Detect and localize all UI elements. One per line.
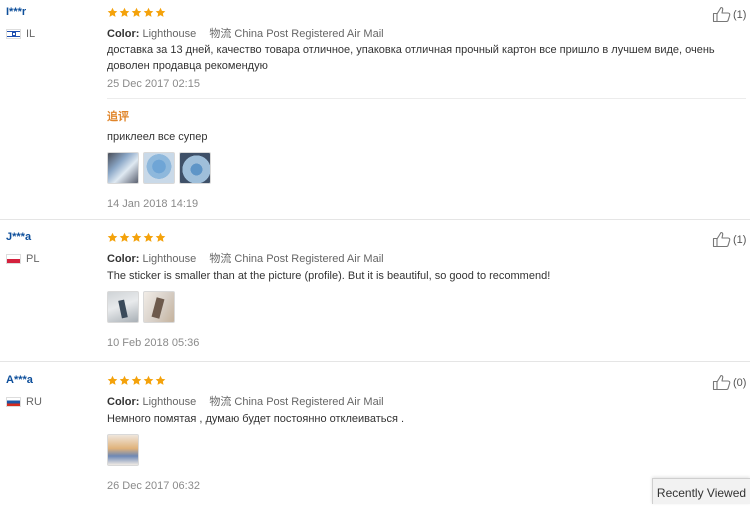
review-photo-thumbnail[interactable] xyxy=(143,291,175,323)
color-label: Color: xyxy=(107,396,140,408)
divider xyxy=(107,98,746,99)
shipping-label: 物流 xyxy=(209,28,232,40)
helpful-count: (0) xyxy=(733,376,747,389)
star-icon xyxy=(119,232,130,242)
review-text: Немного помятая , думаю будет постоянно … xyxy=(107,413,405,425)
star-icon xyxy=(107,375,118,385)
rating-stars xyxy=(107,7,166,18)
star-icon xyxy=(131,7,142,17)
additional-feedback-text: приклеел все супер xyxy=(107,131,208,143)
star-icon xyxy=(131,232,142,242)
star-icon xyxy=(155,375,166,385)
star-icon xyxy=(155,7,166,17)
review-text: The sticker is smaller than at the pictu… xyxy=(107,270,551,282)
star-icon xyxy=(107,7,118,17)
poland-flag-icon xyxy=(6,254,21,264)
review-meta: Color: Lighthouse 物流 China Post Register… xyxy=(107,393,384,409)
shipping-method: China Post Registered Air Mail xyxy=(234,28,384,40)
review-photos xyxy=(107,434,139,466)
review-photo-thumbnail[interactable] xyxy=(107,152,139,184)
star-icon xyxy=(143,375,154,385)
shipping-method: China Post Registered Air Mail xyxy=(234,396,384,408)
review-text: доставка за 13 дней, качество товара отл… xyxy=(107,44,715,72)
star-icon xyxy=(119,375,130,385)
reviewer-name[interactable]: A***a xyxy=(6,374,33,386)
review-date: 25 Dec 2017 02:15 xyxy=(107,78,200,90)
helpful-button[interactable]: (1) xyxy=(712,231,746,248)
star-icon xyxy=(143,7,154,17)
thumbs-up-icon xyxy=(712,231,731,248)
shipping-method: China Post Registered Air Mail xyxy=(234,253,384,265)
color-value: Lighthouse xyxy=(142,28,197,40)
color-value: Lighthouse xyxy=(142,253,197,265)
review-divider xyxy=(0,361,750,362)
rating-stars xyxy=(107,375,166,386)
review-photo-thumbnail[interactable] xyxy=(107,291,139,323)
star-icon xyxy=(107,232,118,242)
color-label: Color: xyxy=(107,28,140,40)
russia-flag-icon xyxy=(6,397,21,407)
additional-feedback-date: 14 Jan 2018 14:19 xyxy=(107,198,199,210)
review-photo-thumbnail[interactable] xyxy=(143,152,175,184)
rating-stars xyxy=(107,232,166,243)
review-divider xyxy=(0,219,750,220)
additional-feedback-label: 追评 xyxy=(107,111,129,123)
reviewer-country: PL xyxy=(6,253,39,265)
shipping-label: 物流 xyxy=(209,396,232,408)
reviewer-name[interactable]: J***a xyxy=(6,231,31,243)
additional-feedback-photos xyxy=(107,152,211,184)
helpful-count: (1) xyxy=(733,233,747,246)
recently-viewed-tab[interactable]: Recently Viewed xyxy=(652,478,750,504)
color-label: Color: xyxy=(107,253,140,265)
review-meta: Color: Lighthouse 物流 China Post Register… xyxy=(107,25,384,41)
review-meta: Color: Lighthouse 物流 China Post Register… xyxy=(107,250,384,266)
review-photos xyxy=(107,291,175,323)
star-icon xyxy=(143,232,154,242)
shipping-label: 物流 xyxy=(209,253,232,265)
star-icon xyxy=(131,375,142,385)
review-photo-thumbnail[interactable] xyxy=(179,152,211,184)
star-icon xyxy=(119,7,130,17)
reviewer-country: IL xyxy=(6,28,35,40)
country-code: IL xyxy=(26,28,36,40)
helpful-button[interactable]: (1) xyxy=(712,6,746,23)
thumbs-up-icon xyxy=(712,374,731,391)
review-date: 10 Feb 2018 05:36 xyxy=(107,337,200,349)
review-photo-thumbnail[interactable] xyxy=(107,434,139,466)
israel-flag-icon xyxy=(6,29,21,39)
reviewer-country: RU xyxy=(6,396,42,408)
country-code: PL xyxy=(26,253,40,265)
helpful-count: (1) xyxy=(733,8,747,21)
review-date: 26 Dec 2017 06:32 xyxy=(107,480,200,492)
reviewer-name[interactable]: I***r xyxy=(6,6,26,18)
color-value: Lighthouse xyxy=(142,396,197,408)
country-code: RU xyxy=(26,396,42,408)
thumbs-up-icon xyxy=(712,6,731,23)
star-icon xyxy=(155,232,166,242)
helpful-button[interactable]: (0) xyxy=(712,374,746,391)
